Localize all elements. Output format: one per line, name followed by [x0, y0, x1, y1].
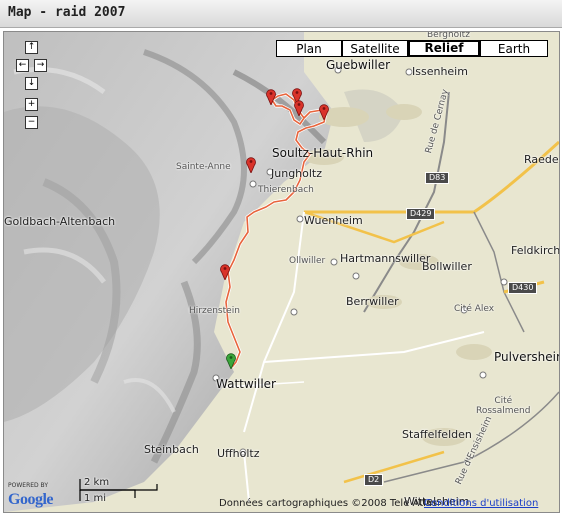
- place-label: Hirzenstein: [189, 306, 240, 316]
- window-titlebar: Map - raid 2007: [0, 0, 562, 28]
- road-shield: D83: [425, 172, 450, 184]
- scale-km-label: 2 km: [84, 477, 110, 488]
- zoom-in-icon[interactable]: +: [25, 98, 38, 111]
- place-label: Uffholtz: [217, 447, 260, 460]
- map-type-satellite[interactable]: Satellite: [342, 40, 408, 57]
- place-label: Steinbach: [144, 443, 199, 456]
- map-copyright: Données cartographiques ©2008 Tele Atlas: [219, 498, 438, 509]
- map-marker-icon[interactable]: [266, 89, 276, 105]
- pan-up-icon[interactable]: ↑: [25, 41, 38, 54]
- map-marker-icon[interactable]: [220, 264, 230, 280]
- scale-mi-label: 1 mi: [84, 493, 107, 504]
- place-label: Issenheim: [412, 65, 468, 78]
- map-viewport[interactable]: Plan Satellite Relief Earth ↑ ← → ↓ + − …: [3, 31, 560, 513]
- place-label: Raede: [524, 153, 559, 166]
- road-shield: D2: [364, 474, 384, 486]
- powered-by-label: POWERED BY: [8, 482, 49, 489]
- place-label: Wattwiller: [216, 377, 276, 391]
- place-label: Wuenheim: [304, 214, 363, 227]
- map-type-plan[interactable]: Plan: [276, 40, 342, 57]
- google-logo[interactable]: POWERED BY Google: [8, 482, 74, 508]
- map-type-earth[interactable]: Earth: [480, 40, 548, 57]
- terms-link[interactable]: Conditions d'utilisation: [424, 498, 538, 509]
- place-label: Staffelfelden: [402, 428, 472, 441]
- place-label: Pulversheim: [494, 350, 559, 364]
- place-label: Goldbach-Altenbach: [4, 215, 116, 228]
- place-label: Guebwiller: [326, 58, 391, 72]
- window-title: Map - raid 2007: [8, 5, 126, 20]
- map-marker-start-icon[interactable]: [226, 353, 236, 369]
- place-label: Bergholtz: [427, 31, 470, 40]
- pan-down-icon[interactable]: ↓: [25, 77, 38, 90]
- place-label: Jungholtz: [271, 167, 323, 180]
- map-marker-icon[interactable]: [246, 157, 256, 173]
- place-label: Bollwiller: [422, 260, 472, 273]
- place-label: Soultz-Haut-Rhin: [272, 146, 374, 160]
- pan-left-icon[interactable]: ←: [16, 59, 29, 72]
- zoom-out-icon[interactable]: −: [25, 116, 38, 129]
- place-label: Cité Alex: [454, 304, 495, 314]
- google-wordmark: Google: [8, 491, 54, 508]
- place-label: Ollwiller: [289, 256, 326, 266]
- place-label: Hartmannswiller: [340, 252, 431, 265]
- map-marker-icon[interactable]: [319, 104, 329, 120]
- place-label: Berrwiller: [346, 295, 399, 308]
- pan-right-icon[interactable]: →: [34, 59, 47, 72]
- road-shield: D429: [406, 208, 436, 220]
- place-label: Cité Rossalmend: [476, 396, 531, 416]
- place-label: Sainte-Anne: [176, 162, 231, 172]
- map-type-relief[interactable]: Relief: [408, 40, 480, 57]
- map-marker-icon[interactable]: [294, 100, 304, 116]
- road-shield: D430: [508, 282, 538, 294]
- place-label: Feldkirch: [511, 244, 560, 257]
- place-label: Thierenbach: [258, 185, 314, 195]
